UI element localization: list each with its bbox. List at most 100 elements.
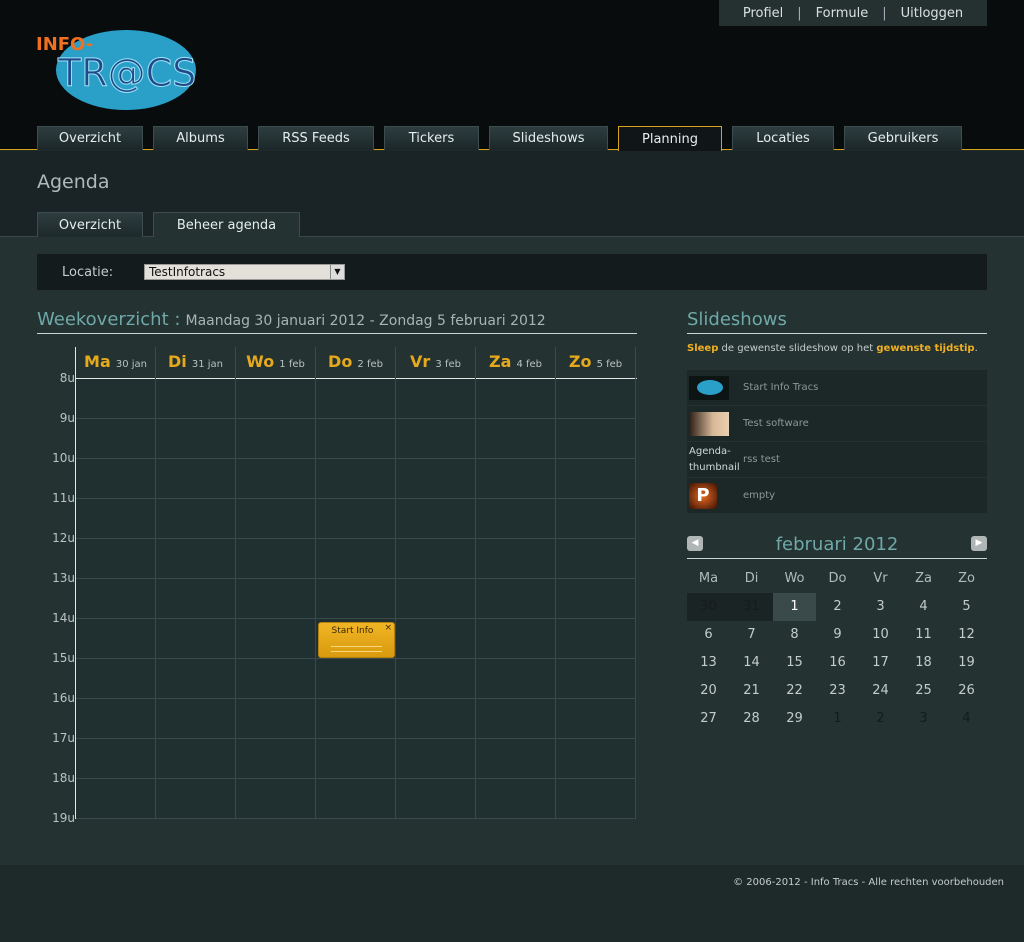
- time-slot[interactable]: [316, 499, 396, 539]
- time-slot[interactable]: [76, 739, 156, 779]
- next-month-button[interactable]: ▶: [971, 536, 987, 551]
- time-slot[interactable]: [316, 459, 396, 499]
- subtab-overzicht[interactable]: Overzicht: [37, 212, 143, 237]
- time-slot[interactable]: [236, 659, 316, 699]
- slideshow-item[interactable]: Test software: [687, 406, 987, 441]
- time-slot[interactable]: [396, 619, 476, 659]
- calendar-day[interactable]: 6: [687, 621, 730, 649]
- time-slot[interactable]: [316, 579, 396, 619]
- time-slot[interactable]: [156, 379, 236, 419]
- location-select[interactable]: TestInfotracs ▼: [144, 264, 345, 280]
- time-slot[interactable]: [476, 579, 556, 619]
- time-slot[interactable]: [156, 419, 236, 459]
- time-slot[interactable]: [476, 499, 556, 539]
- time-slot[interactable]: [556, 499, 636, 539]
- close-icon[interactable]: ×: [384, 623, 392, 633]
- nav-tab-overzicht[interactable]: Overzicht: [37, 126, 143, 150]
- calendar-day[interactable]: 5: [945, 593, 988, 621]
- nav-tab-gebruikers[interactable]: Gebruikers: [844, 126, 962, 150]
- calendar-day[interactable]: 4: [902, 593, 945, 621]
- time-slot[interactable]: [76, 699, 156, 739]
- time-slot[interactable]: [396, 659, 476, 699]
- calendar-day[interactable]: 4: [945, 705, 988, 733]
- time-slot[interactable]: [236, 579, 316, 619]
- time-slot[interactable]: [76, 459, 156, 499]
- time-slot[interactable]: [156, 779, 236, 819]
- time-slot[interactable]: [156, 699, 236, 739]
- time-slot[interactable]: [476, 619, 556, 659]
- time-slot[interactable]: [76, 539, 156, 579]
- time-slot[interactable]: [76, 659, 156, 699]
- time-slot[interactable]: [156, 739, 236, 779]
- time-slot[interactable]: [156, 659, 236, 699]
- chevron-down-icon[interactable]: ▼: [330, 265, 344, 279]
- calendar-day[interactable]: 2: [859, 705, 902, 733]
- time-slot[interactable]: [236, 779, 316, 819]
- time-slot[interactable]: [556, 579, 636, 619]
- calendar-day[interactable]: 28: [730, 705, 773, 733]
- time-slot[interactable]: [476, 419, 556, 459]
- profile-link[interactable]: Profiel: [743, 6, 783, 21]
- calendar-day[interactable]: 16: [816, 649, 859, 677]
- time-slot[interactable]: [556, 779, 636, 819]
- time-slot[interactable]: [396, 459, 476, 499]
- slideshow-item[interactable]: Start Info Tracs: [687, 370, 987, 405]
- time-slot[interactable]: [476, 739, 556, 779]
- calendar-day[interactable]: 17: [859, 649, 902, 677]
- time-slot[interactable]: [396, 499, 476, 539]
- time-slot[interactable]: [476, 699, 556, 739]
- time-slot[interactable]: [396, 579, 476, 619]
- time-slot[interactable]: [76, 619, 156, 659]
- time-slot[interactable]: [476, 779, 556, 819]
- time-slot[interactable]: [396, 419, 476, 459]
- calendar-day[interactable]: 12: [945, 621, 988, 649]
- time-slot[interactable]: [476, 659, 556, 699]
- time-slot[interactable]: [556, 379, 636, 419]
- time-slot[interactable]: [156, 619, 236, 659]
- calendar-day[interactable]: 29: [773, 705, 816, 733]
- nav-tab-slideshows[interactable]: Slideshows: [489, 126, 608, 150]
- time-slot[interactable]: [156, 499, 236, 539]
- time-slot[interactable]: [236, 459, 316, 499]
- calendar-day[interactable]: 26: [945, 677, 988, 705]
- time-slot[interactable]: [236, 499, 316, 539]
- calendar-day[interactable]: 31: [730, 593, 773, 621]
- time-slot[interactable]: [476, 379, 556, 419]
- calendar-day[interactable]: 23: [816, 677, 859, 705]
- time-slot[interactable]: [556, 619, 636, 659]
- time-slot[interactable]: [236, 539, 316, 579]
- time-slot[interactable]: [396, 739, 476, 779]
- calendar-day[interactable]: 25: [902, 677, 945, 705]
- time-slot[interactable]: [76, 779, 156, 819]
- slideshow-item[interactable]: Pempty: [687, 478, 987, 513]
- calendar-day[interactable]: 21: [730, 677, 773, 705]
- time-slot[interactable]: [556, 699, 636, 739]
- calendar-day[interactable]: 14: [730, 649, 773, 677]
- time-slot[interactable]: [396, 539, 476, 579]
- calendar-day[interactable]: 2: [816, 593, 859, 621]
- calendar-day[interactable]: 8: [773, 621, 816, 649]
- time-slot[interactable]: [316, 699, 396, 739]
- prev-month-button[interactable]: ◀: [687, 536, 703, 551]
- calendar-day[interactable]: 24: [859, 677, 902, 705]
- calendar-day[interactable]: 15: [773, 649, 816, 677]
- calendar-day[interactable]: 27: [687, 705, 730, 733]
- time-slot[interactable]: [76, 499, 156, 539]
- calendar-day[interactable]: 1: [773, 593, 816, 621]
- time-slot[interactable]: [556, 739, 636, 779]
- calendar-day[interactable]: 10: [859, 621, 902, 649]
- calendar-day[interactable]: 11: [902, 621, 945, 649]
- time-slot[interactable]: [396, 379, 476, 419]
- nav-tab-albums[interactable]: Albums: [153, 126, 248, 150]
- time-slot[interactable]: [316, 739, 396, 779]
- calendar-day[interactable]: 22: [773, 677, 816, 705]
- time-slot[interactable]: [156, 539, 236, 579]
- time-slot[interactable]: [156, 579, 236, 619]
- calendar-day[interactable]: 19: [945, 649, 988, 677]
- nav-tab-rss-feeds[interactable]: RSS Feeds: [258, 126, 374, 150]
- time-slot[interactable]: [236, 419, 316, 459]
- time-slot[interactable]: [76, 379, 156, 419]
- calendar-day[interactable]: 18: [902, 649, 945, 677]
- time-slot[interactable]: [236, 379, 316, 419]
- slideshow-item[interactable]: Agenda-thumbnail rss test: [687, 442, 987, 477]
